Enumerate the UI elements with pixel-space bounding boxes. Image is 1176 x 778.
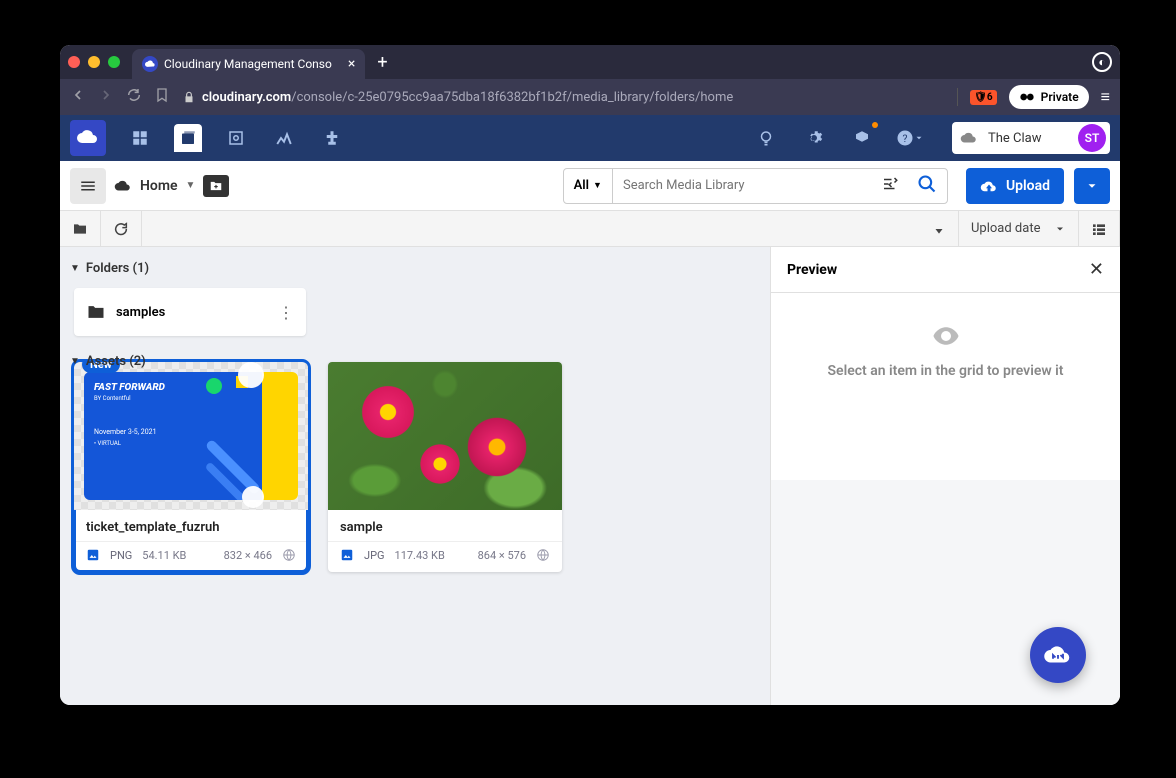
add-folder-button[interactable] (203, 175, 229, 197)
reports-icon[interactable] (270, 124, 298, 152)
asset-meta: PNG 54.11 KB 832 × 466 (74, 541, 308, 572)
toolbar: Home ▼ All▼ Upload (60, 161, 1120, 211)
lock-icon (182, 89, 196, 105)
tab-favicon (142, 56, 158, 72)
maximize-window[interactable] (108, 56, 120, 68)
asset-thumbnail: FAST FORWARD BY Contentful November 3-5,… (74, 362, 308, 510)
menu-button[interactable] (70, 168, 106, 204)
help-fab[interactable] (1030, 627, 1086, 683)
asset-name: sample (328, 510, 562, 541)
window-controls (68, 56, 120, 68)
address-bar: cloudinary.com/console/c-25e0795cc9aa75d… (60, 79, 1120, 115)
cloudinary-logo[interactable] (70, 120, 106, 156)
settings-icon[interactable] (800, 124, 828, 152)
dashboard-icon[interactable] (126, 124, 154, 152)
image-icon (86, 548, 100, 562)
eye-icon (931, 321, 961, 351)
list-view-icon[interactable] (1079, 211, 1120, 246)
globe-icon (282, 548, 296, 562)
asset-dims: 864 × 576 (478, 549, 526, 562)
folder-name: samples (116, 305, 268, 320)
breadcrumb[interactable]: Home ▼ (114, 177, 195, 195)
asset-card[interactable]: sample JPG 117.43 KB 864 × 576 (328, 362, 562, 572)
sort-direction[interactable] (920, 211, 959, 246)
new-tab-button[interactable]: + (377, 52, 387, 73)
back-button[interactable] (70, 87, 86, 107)
upload-button[interactable]: Upload (966, 168, 1064, 204)
forward-button[interactable] (98, 87, 114, 107)
globe-icon (536, 548, 550, 562)
incognito-icon (1019, 89, 1035, 105)
asset-format: PNG (110, 549, 132, 562)
advanced-search-icon[interactable] (873, 175, 907, 197)
notifications-icon[interactable] (848, 124, 876, 152)
chevron-down-icon: ▼ (186, 180, 196, 191)
breadcrumb-label: Home (140, 178, 178, 194)
cloud-icon (960, 129, 978, 147)
private-pill[interactable]: Private (1009, 85, 1089, 109)
assets-header[interactable]: ▼Assets (2) (70, 348, 146, 375)
asset-dims: 832 × 466 (224, 549, 272, 562)
subbar: Upload date (60, 211, 1120, 247)
asset-format: JPG (364, 549, 385, 562)
folder-icon (86, 302, 106, 322)
bookmark-button[interactable] (154, 87, 170, 107)
tab-title: Cloudinary Management Conso (164, 57, 332, 71)
sort-field[interactable]: Upload date (959, 211, 1079, 246)
app-topbar: ? The Claw ST (60, 115, 1120, 161)
preview-title: Preview (787, 262, 837, 278)
asset-name: ticket_template_fuzruh (74, 510, 308, 541)
image-icon (340, 548, 354, 562)
help-icon[interactable]: ? (896, 124, 924, 152)
svg-text:?: ? (903, 132, 908, 145)
cloud-icon (114, 177, 132, 195)
reload-button[interactable] (126, 87, 142, 107)
media-library-icon[interactable] (174, 124, 202, 152)
avatar[interactable]: ST (1078, 124, 1106, 152)
folder-more-icon[interactable]: ⋮ (278, 303, 294, 322)
cloudinary-icon (1043, 640, 1073, 670)
browser-menu-icon[interactable]: ≡ (1101, 87, 1110, 107)
close-window[interactable] (68, 56, 80, 68)
tab-bar: Cloudinary Management Conso × + ◐ (60, 45, 1120, 79)
addons-icon[interactable] (318, 124, 346, 152)
asset-meta: JPG 117.43 KB 864 × 576 (328, 541, 562, 572)
close-preview-icon[interactable]: ✕ (1089, 259, 1104, 280)
browser-tab[interactable]: Cloudinary Management Conso × (132, 49, 365, 79)
preview-body: Select an item in the grid to preview it (771, 293, 1120, 480)
browser-window: Cloudinary Management Conso × + ◐ cloudi… (60, 45, 1120, 705)
folder-view-icon[interactable] (60, 211, 101, 246)
folder-card[interactable]: samples ⋮ (74, 288, 306, 336)
url-text: cloudinary.com/console/c-25e0795cc9aa75d… (202, 90, 733, 105)
filter-select[interactable]: All▼ (564, 169, 613, 203)
search-button[interactable] (907, 174, 947, 198)
asset-size: 117.43 KB (395, 549, 445, 562)
preview-empty-message: Select an item in the grid to preview it (827, 363, 1063, 379)
folders-header[interactable]: ▼Folders (1) (70, 255, 760, 282)
upload-dropdown[interactable] (1074, 168, 1110, 204)
transformations-icon[interactable] (222, 124, 250, 152)
search-input[interactable] (613, 169, 873, 203)
asset-size: 54.11 KB (142, 549, 186, 562)
close-tab-icon[interactable]: × (348, 56, 355, 72)
url-box[interactable]: cloudinary.com/console/c-25e0795cc9aa75d… (182, 89, 945, 105)
search-group: All▼ (563, 168, 948, 204)
preview-header: Preview ✕ (771, 247, 1120, 293)
content-area: ▼Folders (1) samples ⋮ ▼Assets (2) New (60, 247, 1120, 705)
shield-badge[interactable]: 🛡6 (970, 90, 996, 105)
account-switcher[interactable]: The Claw ST (952, 122, 1110, 154)
refresh-button[interactable] (101, 211, 142, 246)
account-name: The Claw (988, 131, 1068, 146)
upload-icon (980, 177, 998, 195)
profile-icon[interactable]: ◐ (1092, 52, 1112, 72)
asset-thumbnail (328, 362, 562, 510)
tips-icon[interactable] (752, 124, 780, 152)
asset-card[interactable]: New FAST FORWARD BY Contentful November … (74, 362, 308, 572)
minimize-window[interactable] (88, 56, 100, 68)
main-grid: ▼Folders (1) samples ⋮ ▼Assets (2) New (60, 247, 770, 705)
